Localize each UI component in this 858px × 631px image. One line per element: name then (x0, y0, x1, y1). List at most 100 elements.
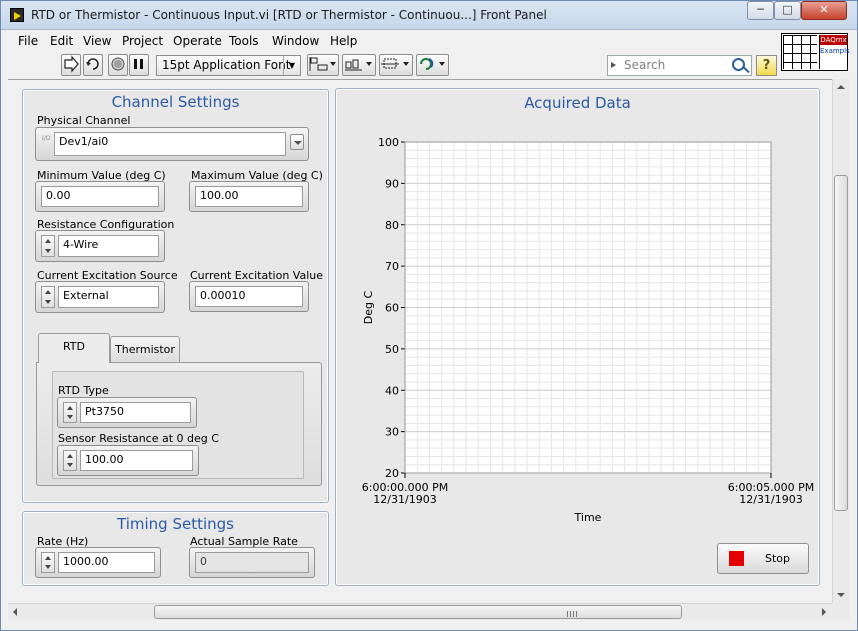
channel-settings-title: Channel Settings (111, 93, 240, 111)
resize-objects-icon[interactable] (379, 54, 413, 76)
font-dropdown-value: 15pt Application Font (162, 58, 291, 72)
max-value-control[interactable]: 100.00 (189, 181, 309, 212)
sensor-resistance-field[interactable]: 100.00 (80, 450, 193, 471)
vertical-scrollbar[interactable] (832, 79, 849, 603)
daqmx-examples-icon: DAQmx Exampls (819, 35, 850, 69)
sensor-resistance-control[interactable]: 100.00 (57, 445, 199, 476)
scroll-up-icon[interactable] (833, 79, 849, 95)
search-placeholder: Search (624, 58, 666, 72)
rtd-tab-body: RTD Type Pt3750 Sensor Resistance at 0 d… (36, 362, 322, 486)
x-tick-label-date: 12/31/1903 (739, 493, 802, 506)
menu-window[interactable]: Window (272, 34, 319, 48)
distribute-objects-icon[interactable] (342, 54, 376, 76)
front-panel: Channel Settings Physical Channel I/O De… (8, 79, 832, 603)
timing-settings-title: Timing Settings (117, 515, 234, 533)
font-dropdown[interactable]: 15pt Application Font ▼ (156, 55, 301, 76)
scrollbar-corner (832, 603, 849, 620)
min-value-field[interactable]: 0.00 (41, 186, 159, 207)
physical-channel-field[interactable]: Dev1/ai0 (54, 132, 286, 156)
scroll-left-icon[interactable] (8, 604, 24, 620)
resistance-config-ring[interactable]: 4-Wire (35, 230, 165, 262)
menu-operate[interactable]: Operate (173, 34, 222, 48)
rate-field[interactable]: 1000.00 (58, 552, 155, 573)
vi-icon-line2: Exampls (820, 47, 850, 55)
stop-indicator-icon (729, 551, 744, 566)
rtd-type-label: RTD Type (58, 384, 109, 397)
search-input[interactable]: Search (607, 55, 752, 76)
y-tick-label: 40 (385, 384, 399, 397)
y-tick-label: 20 (385, 467, 399, 480)
y-tick-label: 30 (385, 426, 399, 439)
reorder-icon[interactable] (416, 54, 449, 76)
horizontal-scrollbar[interactable] (8, 603, 832, 620)
y-tick-label: 60 (385, 302, 399, 315)
menu-file[interactable]: File (18, 34, 38, 48)
run-arrow-icon[interactable] (61, 54, 81, 76)
x-tick-label-date: 12/31/1903 (373, 493, 436, 506)
stop-button-label: Stop (765, 552, 791, 565)
menu-edit[interactable]: Edit (50, 34, 73, 48)
y-tick-label: 90 (385, 177, 399, 190)
rtd-settings-group: RTD Type Pt3750 Sensor Resistance at 0 d… (52, 371, 304, 479)
y-axis-label: Deg C (362, 290, 375, 324)
y-tick-label: 100 (378, 136, 399, 149)
actual-rate-indicator: 0 (189, 547, 315, 578)
vertical-scroll-thumb[interactable] (834, 175, 848, 511)
actual-rate-field: 0 (195, 552, 309, 573)
excitation-source-field[interactable]: External (58, 286, 159, 308)
excitation-value-field[interactable]: 0.00010 (195, 286, 303, 307)
search-expand-icon (611, 62, 616, 68)
min-value-control[interactable]: 0.00 (35, 181, 165, 212)
rtd-type-field[interactable]: Pt3750 (80, 402, 191, 423)
maximize-button[interactable]: □ (774, 1, 801, 20)
toolbar: 15pt Application Font ▼ Search ? (0, 52, 780, 78)
excitation-value-control[interactable]: 0.00010 (189, 281, 309, 312)
connector-pane-grid-icon (783, 35, 817, 69)
rate-control[interactable]: 1000.00 (35, 547, 161, 578)
y-tick-label: 50 (385, 343, 399, 356)
resistance-config-field[interactable]: 4-Wire (58, 235, 159, 257)
vi-icon-connector-pane[interactable]: DAQmx Exampls (781, 33, 850, 71)
channel-settings-panel: Channel Settings Physical Channel I/O De… (22, 89, 329, 503)
minimize-button[interactable]: ─ (747, 1, 774, 20)
acquired-data-panel: Acquired Data 100 90 80 70 60 50 40 30 20 Deg C 6:… (335, 88, 820, 586)
align-objects-icon[interactable] (307, 54, 339, 76)
tab-rtd[interactable]: RTD (38, 333, 110, 363)
context-help-button[interactable]: ? (756, 55, 777, 76)
excitation-source-ring[interactable]: External (35, 281, 165, 313)
scroll-down-icon[interactable] (833, 587, 849, 603)
run-continuously-icon[interactable] (83, 54, 103, 76)
search-icon[interactable] (732, 58, 745, 71)
stop-button[interactable]: Stop (717, 543, 809, 574)
io-icon: I/O (42, 135, 51, 142)
y-tick-label: 80 (385, 219, 399, 232)
physical-channel-control[interactable]: I/O Dev1/ai0 (35, 127, 309, 161)
window-title: RTD or Thermistor - Continuous Input.vi … (31, 8, 547, 22)
resistance-config-stepper-icon[interactable] (41, 235, 55, 257)
rtd-type-ring[interactable]: Pt3750 (57, 397, 197, 428)
y-tick-label: 70 (385, 260, 399, 273)
menu-bar: File Edit View Project Operate Tools Win… (0, 31, 780, 52)
physical-channel-dropdown-icon[interactable] (290, 134, 304, 150)
close-button[interactable]: ✕ (801, 1, 847, 20)
sensor-resistance-stepper-icon[interactable] (63, 450, 77, 471)
menu-view[interactable]: View (83, 34, 111, 48)
menu-project[interactable]: Project (122, 34, 163, 48)
scroll-right-icon[interactable] (816, 604, 832, 620)
tab-thermistor[interactable]: Thermistor (110, 336, 180, 362)
pause-icon[interactable] (129, 54, 149, 76)
rate-stepper-icon[interactable] (41, 552, 55, 573)
scroll-grip-icon (567, 611, 577, 617)
timing-settings-panel: Timing Settings Rate (Hz) 1000.00 Actual… (22, 511, 329, 586)
abort-execution-icon[interactable] (108, 54, 128, 76)
menu-tools[interactable]: Tools (229, 34, 259, 48)
waveform-chart[interactable]: 1009080706050403020Deg C6:00:00.000 PM12… (336, 89, 821, 529)
sensor-resistance-label: Sensor Resistance at 0 deg C (58, 432, 219, 445)
excitation-source-stepper-icon[interactable] (41, 286, 55, 308)
max-value-field[interactable]: 100.00 (195, 186, 303, 207)
rtd-type-stepper-icon[interactable] (63, 402, 77, 423)
title-bar: RTD or Thermistor - Continuous Input.vi … (0, 0, 858, 30)
labview-app-icon (10, 8, 24, 22)
menu-help[interactable]: Help (330, 34, 357, 48)
horizontal-scroll-thumb[interactable] (154, 605, 682, 619)
